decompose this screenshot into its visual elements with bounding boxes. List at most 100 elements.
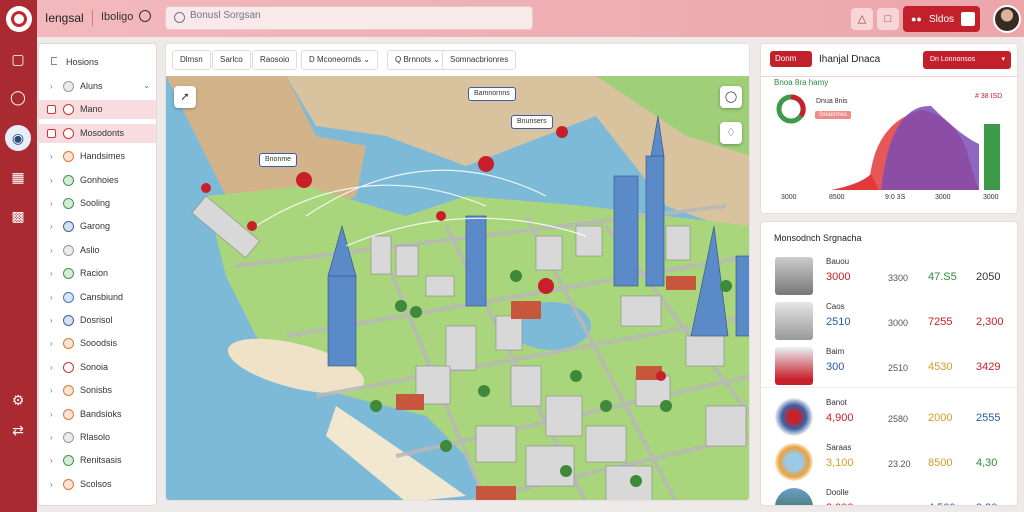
chevron-right-icon[interactable]: ›	[50, 410, 53, 419]
sidebar-item[interactable]: › Sonisbs	[39, 381, 156, 400]
sidebar-item[interactable]: › Racion	[39, 264, 156, 283]
chevron-right-icon[interactable]: ›	[50, 199, 53, 208]
category-icon	[63, 432, 74, 443]
sidebar-item[interactable]: › Garong	[39, 217, 156, 236]
sidebar-item[interactable]: › Rlasolo	[39, 428, 156, 447]
layers-icon[interactable]: ♢	[720, 122, 742, 144]
table-title: Monsodnch Srgnacha	[774, 233, 862, 243]
sidebar-item[interactable]: › Dosrisol	[39, 311, 156, 330]
sidebar-item[interactable]: › Aluns ⌄	[39, 77, 156, 96]
row-value: 3000	[826, 271, 851, 283]
chevron-right-icon[interactable]: ›	[50, 152, 53, 161]
table-row[interactable]: Doolle 3,900 4,500 9,30	[761, 480, 1017, 505]
divider	[92, 10, 93, 26]
sidebar-item[interactable]: › Sooodsis	[39, 334, 156, 353]
sidebar-header-label: Hosions	[66, 57, 99, 67]
sidebar-item-label: Aslio	[80, 244, 100, 255]
row-value: 2,300	[976, 316, 1004, 328]
tab-0[interactable]: Dlmsn	[172, 50, 211, 70]
sidebar-item[interactable]: › Bandsioks	[39, 405, 156, 424]
map-label[interactable]: Bnunsers	[511, 115, 553, 129]
map-label[interactable]: Bamnornns	[468, 87, 516, 101]
calendar-icon[interactable]: □	[877, 8, 899, 30]
chat-icon[interactable]: ◯	[9, 88, 27, 106]
chevron-right-icon[interactable]: ›	[50, 293, 53, 302]
sidebar-item[interactable]: Mano	[39, 100, 156, 120]
compass-icon[interactable]: ◯	[720, 86, 742, 108]
sidebar-item[interactable]: › Renitsasis	[39, 451, 156, 470]
category-icon	[63, 315, 74, 326]
sidebar-item[interactable]: › Scolsos	[39, 475, 156, 494]
app-logo[interactable]	[6, 6, 32, 32]
sidebar-item[interactable]: › Gonhoies	[39, 171, 156, 190]
chevron-right-icon[interactable]: ›	[50, 339, 53, 348]
avatar[interactable]	[993, 5, 1021, 33]
search-bar[interactable]	[165, 6, 533, 30]
chevron-right-icon[interactable]: ›	[50, 456, 53, 465]
search-input[interactable]	[190, 10, 490, 21]
row-value: 4,900	[826, 412, 854, 424]
sidebar-item[interactable]: › Handsimes	[39, 147, 156, 166]
category-icon	[63, 408, 74, 420]
account-button[interactable]: ●● Sldos	[903, 6, 980, 32]
app-title: Iengsal	[45, 11, 84, 25]
chevron-right-icon[interactable]: ›	[50, 222, 53, 231]
share-icon[interactable]: ⇄	[9, 421, 27, 439]
settings-icon[interactable]: ⚙	[9, 391, 27, 409]
chevron-right-icon[interactable]: ›	[50, 246, 53, 255]
chevron-right-icon[interactable]: ›	[50, 82, 53, 91]
row-thumbnail	[775, 398, 813, 436]
stats-card: Donm Ihanjal Dnaca Dn Lonnonsos ▾ Bnoa 8r…	[760, 43, 1019, 214]
category-icon	[63, 244, 74, 256]
row-thumbnail	[775, 488, 813, 505]
top-bar: Iengsal Iboligo △ □ ●● Sldos	[37, 0, 1024, 37]
locate-icon[interactable]: ➚	[174, 86, 196, 108]
tab-4[interactable]: Q Brnnots ⌄	[387, 50, 448, 70]
category-icon	[63, 198, 74, 209]
refresh-icon[interactable]	[139, 10, 151, 22]
workspace-name[interactable]: Iboligo	[101, 11, 133, 23]
chevron-down-icon[interactable]: ⌄	[143, 81, 150, 90]
sidebar-item[interactable]: › Sooling	[39, 194, 156, 213]
chevron-right-icon[interactable]: ›	[50, 363, 53, 372]
category-icon	[63, 455, 74, 467]
sidebar-item[interactable]: Mosodonts	[39, 123, 156, 143]
chevron-right-icon[interactable]: ›	[50, 386, 53, 395]
category-icon	[63, 174, 74, 186]
checkbox[interactable]	[47, 128, 56, 138]
table-row[interactable]: Bauou 3000 47.S5 2050 3300	[761, 249, 1017, 295]
table-row[interactable]: Caos 2510 7255 2,300 3000	[761, 294, 1017, 340]
globe-icon[interactable]: ◉	[5, 125, 31, 151]
chevron-right-icon[interactable]: ›	[50, 176, 53, 185]
chevron-right-icon[interactable]: ›	[50, 269, 53, 278]
row-value: 3000	[888, 318, 909, 328]
table-row[interactable]: Saraas 3,100 8500 4,30 23.20	[761, 435, 1017, 481]
dashboard-icon[interactable]: ▦	[9, 168, 27, 186]
row-name: Caos	[826, 302, 845, 311]
grid-icon[interactable]: ▩	[9, 207, 27, 225]
map-label[interactable]: Bnonme	[259, 153, 298, 167]
expand-icon[interactable]: ▢	[9, 50, 27, 68]
notification-icon[interactable]: △	[851, 8, 873, 30]
sidebar-item[interactable]: › Sonoia	[39, 358, 156, 377]
collapse-icon[interactable]	[51, 57, 57, 65]
row-value: 47.S5	[928, 271, 957, 283]
chevron-right-icon[interactable]: ›	[50, 316, 53, 325]
tab-2[interactable]: Raosoio	[252, 50, 298, 70]
sidebar-item[interactable]: › Cansbiund	[39, 288, 156, 307]
table-row[interactable]: Banot 4,900 2000 2555 2580	[761, 390, 1017, 436]
sidebar-item[interactable]: › Aslio	[39, 241, 156, 260]
chevron-right-icon[interactable]: ›	[50, 433, 53, 442]
tab-1[interactable]: Sarlco	[212, 50, 251, 70]
row-value: 9,30	[976, 502, 997, 505]
city-map[interactable]: ➚ ◯ ♢ Bamnornns Bnunsers Bnonme	[166, 76, 749, 500]
chevron-right-icon[interactable]: ›	[50, 480, 53, 489]
tab-5[interactable]: Somnacbrionres	[442, 50, 517, 70]
sidebar-item-label: Scolsos	[80, 478, 112, 489]
table-row[interactable]: Baim 300 4530 3429 2510	[761, 339, 1017, 385]
tab-3[interactable]: D Mconeornds ⌄	[301, 50, 378, 70]
row-value: 2050	[976, 271, 1001, 283]
sidebar-item-label: Racion	[80, 268, 109, 279]
data-table-card: Monsodnch Srgnacha Bauou 3000 47.S5 2050 330…	[760, 221, 1018, 506]
checkbox[interactable]	[47, 105, 56, 115]
